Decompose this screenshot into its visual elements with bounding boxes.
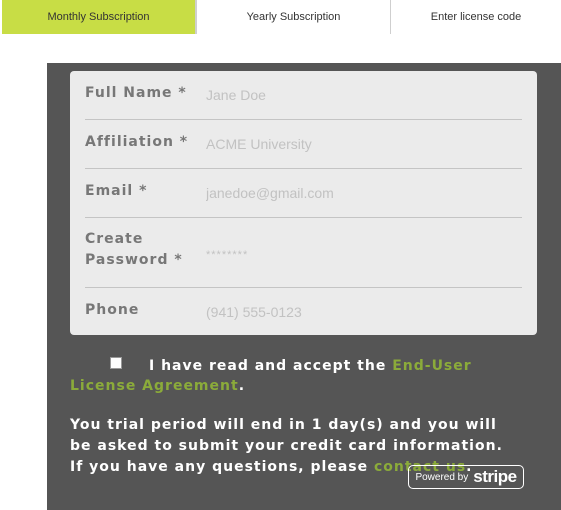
stripe-logo: stripe xyxy=(473,467,517,486)
powered-by-text: Powered by xyxy=(415,471,469,483)
email-label: Email * xyxy=(85,183,148,199)
tab-monthly-subscription[interactable]: Monthly Subscription xyxy=(2,0,196,34)
signup-panel: Full Name * Affiliation * Email * Create… xyxy=(47,63,561,510)
affiliation-row: Affiliation * xyxy=(85,120,522,169)
password-label-line2: Password * xyxy=(85,252,183,268)
phone-input[interactable] xyxy=(206,301,516,323)
full-name-input[interactable] xyxy=(206,84,516,106)
powered-by-stripe-badge[interactable]: Powered by stripe xyxy=(408,465,524,489)
subscription-tabs: Monthly Subscription Yearly Subscription… xyxy=(2,0,561,34)
full-name-label: Full Name * xyxy=(85,85,187,101)
license-acceptance: I have read and accept the End-User Lice… xyxy=(70,356,540,396)
phone-row: Phone xyxy=(85,288,522,335)
signup-form: Full Name * Affiliation * Email * Create… xyxy=(70,71,537,335)
accept-text: I have read and accept the xyxy=(149,358,387,374)
affiliation-input[interactable] xyxy=(206,133,516,155)
tab-enter-license-code[interactable]: Enter license code xyxy=(391,0,561,34)
email-input[interactable] xyxy=(206,182,516,204)
accept-checkbox[interactable] xyxy=(110,357,122,369)
password-input[interactable] xyxy=(206,242,516,264)
tab-yearly-subscription[interactable]: Yearly Subscription xyxy=(196,0,391,34)
email-row: Email * xyxy=(85,169,522,218)
accept-suffix: . xyxy=(238,378,246,394)
password-row: Create Password * xyxy=(85,218,522,288)
affiliation-label: Affiliation * xyxy=(85,134,189,150)
phone-label: Phone xyxy=(85,302,140,318)
password-label-line1: Create xyxy=(85,231,144,247)
full-name-row: Full Name * xyxy=(85,71,522,120)
